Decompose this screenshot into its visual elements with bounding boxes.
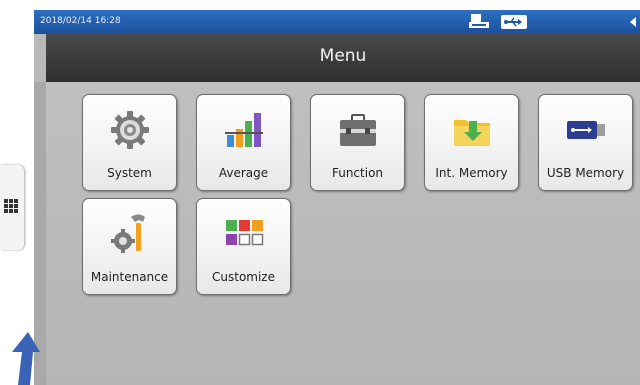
title-bar: Menu xyxy=(46,34,640,82)
menu-tile-label: Int. Memory xyxy=(435,166,508,180)
folder-download-icon xyxy=(454,120,490,146)
usb-icon xyxy=(501,15,527,29)
printer-icon xyxy=(469,14,489,28)
menu-tile-int-memory[interactable]: Int. Memory xyxy=(424,94,519,191)
menu-tile-label: System xyxy=(107,166,152,180)
menu-content: System Average Function Int. Memory USB … xyxy=(46,82,640,385)
menu-tile-label: USB Memory xyxy=(546,166,625,180)
grid-icon xyxy=(4,199,18,213)
menu-tile-function[interactable]: Function xyxy=(310,94,405,191)
menu-tile-label: Customize xyxy=(212,270,275,284)
status-bar: 2018/02/14 16:28 xyxy=(34,10,640,34)
menu-tile-average[interactable]: Average xyxy=(196,94,291,191)
usb-drive-icon xyxy=(567,121,605,139)
bar-chart-icon xyxy=(225,113,263,147)
pointer-arrow-icon xyxy=(12,332,40,385)
menu-tile-maintenance[interactable]: Maintenance xyxy=(82,198,177,295)
navigation-arrows-icon[interactable] xyxy=(624,13,640,31)
toolbox-icon xyxy=(340,114,376,146)
side-menu-tab[interactable] xyxy=(0,165,24,250)
menu-tile-label: Function xyxy=(331,166,384,180)
menu-tile-system[interactable]: System xyxy=(82,94,177,191)
menu-tile-label: Average xyxy=(218,166,269,180)
menu-tile-customize[interactable]: Customize xyxy=(196,198,291,295)
page-title: Menu xyxy=(319,46,367,66)
wrench-gear-icon xyxy=(111,214,145,253)
device-screen: 2018/02/14 16:28 Menu System Average Fun… xyxy=(34,10,640,385)
datetime-label: 2018/02/14 16:28 xyxy=(40,16,121,26)
menu-tile-usb-memory[interactable]: USB Memory xyxy=(538,94,633,191)
menu-tile-label: Maintenance xyxy=(90,270,169,284)
gear-icon xyxy=(111,111,149,149)
color-grid-icon xyxy=(226,220,264,246)
